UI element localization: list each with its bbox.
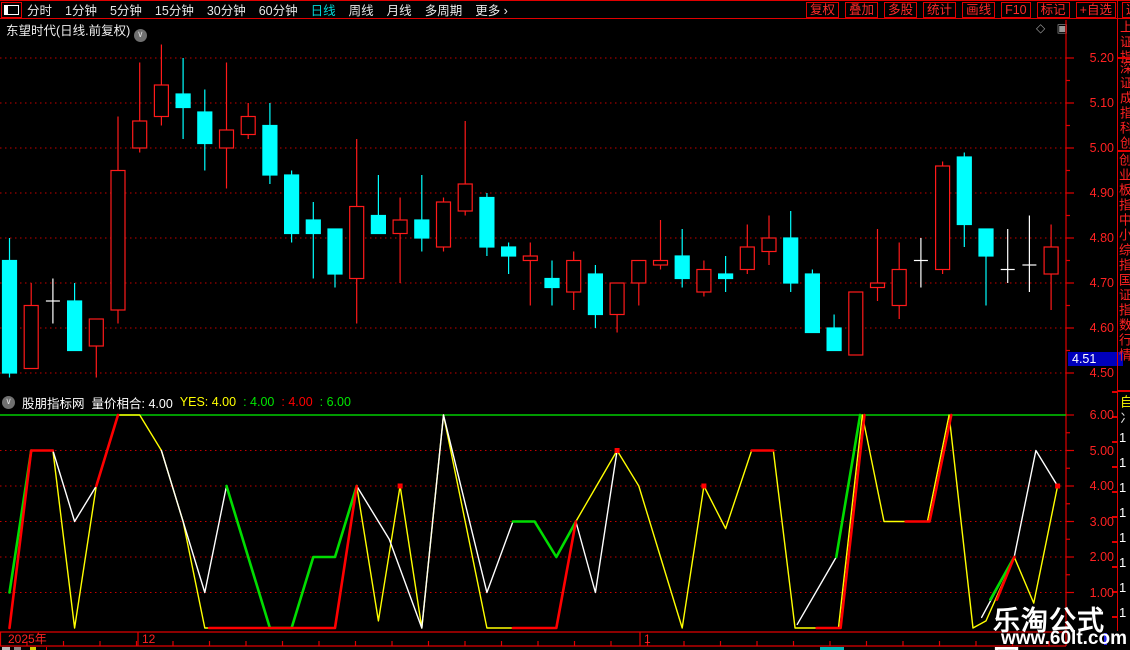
indicator-tick-label: 5.00 — [1089, 443, 1114, 458]
timeline-label: 1 — [644, 632, 651, 646]
indicator-header-item: : 4.00 — [281, 395, 313, 409]
strip-digit: 1 — [1119, 580, 1127, 595]
trading-app-window: 分时 1分钟 5分钟 15分钟 30分钟 60分钟 日线 周线 月线 多周期 更多 › 复权 叠加 多股… — [0, 0, 1130, 650]
timeline-label: 2025年 — [8, 632, 47, 646]
indicator-header: ∨ 股朋指标网 量价相合: 4.00 YES: 4.00 : 4.00 : 4.00 : … — [2, 394, 351, 411]
strip-digit: 1 — [1119, 530, 1127, 545]
chart-canvas — [0, 20, 1117, 647]
strip-digit: 1 — [1119, 480, 1127, 495]
watermark-site-url: www.60lt.com — [1001, 628, 1127, 649]
strip-clipped-text: 冫 — [1118, 411, 1130, 426]
strip-clipped-text: 创业板指中小综指国证指数行情 — [1118, 153, 1130, 363]
indicator-chevron-icon[interactable]: ∨ — [2, 395, 15, 409]
price-tick-label: 4.80 — [1089, 231, 1114, 245]
price-tick-label: 4.90 — [1089, 186, 1114, 200]
price-tick-label: 4.50 — [1089, 366, 1114, 380]
indicator-tick-label: 2.00 — [1089, 550, 1114, 564]
indicator-header-item: 股朋指标网 — [22, 396, 85, 411]
price-tick-label: 4.60 — [1089, 321, 1114, 335]
price-tick-label: 5.00 — [1089, 141, 1114, 155]
price-tick-label: 5.20 — [1089, 51, 1114, 65]
timeline-label: 12 — [142, 632, 156, 646]
indicator-header-item: 量价相合: 4.00 — [91, 396, 173, 411]
strip-digit: 1 — [1119, 430, 1127, 445]
strip-digit: 1 — [1119, 555, 1127, 570]
strip-clipped-text: 深证成指科创 — [1118, 61, 1130, 151]
price-tick-label: 4.70 — [1089, 276, 1114, 290]
strip-border — [1117, 0, 1118, 631]
last-price-marker: 4.51 — [1068, 352, 1123, 366]
strip-digit: 1 — [1119, 455, 1127, 470]
indicator-header-item: : 4.00 — [243, 395, 275, 409]
indicator-tick-label: 3.00 — [1089, 514, 1114, 529]
price-tick-label: 5.10 — [1089, 96, 1114, 110]
strip-digit: 1 — [1119, 505, 1127, 520]
indicator-header-item: YES: 4.00 — [179, 395, 237, 409]
indicator-tick-label: 1.00 — [1089, 585, 1114, 600]
right-sidebar-clipped[interactable]: 上证指 深证成指科创 创业板指中小综指国证指数行情自冫 1 1 1 1 1 1 1 1 — [1118, 0, 1130, 631]
strip-clipped-text: 自 — [1118, 395, 1130, 410]
indicator-header-item: : 6.00 — [319, 395, 351, 409]
indicator-tick-label: 6.00 — [1089, 408, 1114, 422]
indicator-tick-label: 4.00 — [1089, 479, 1114, 493]
